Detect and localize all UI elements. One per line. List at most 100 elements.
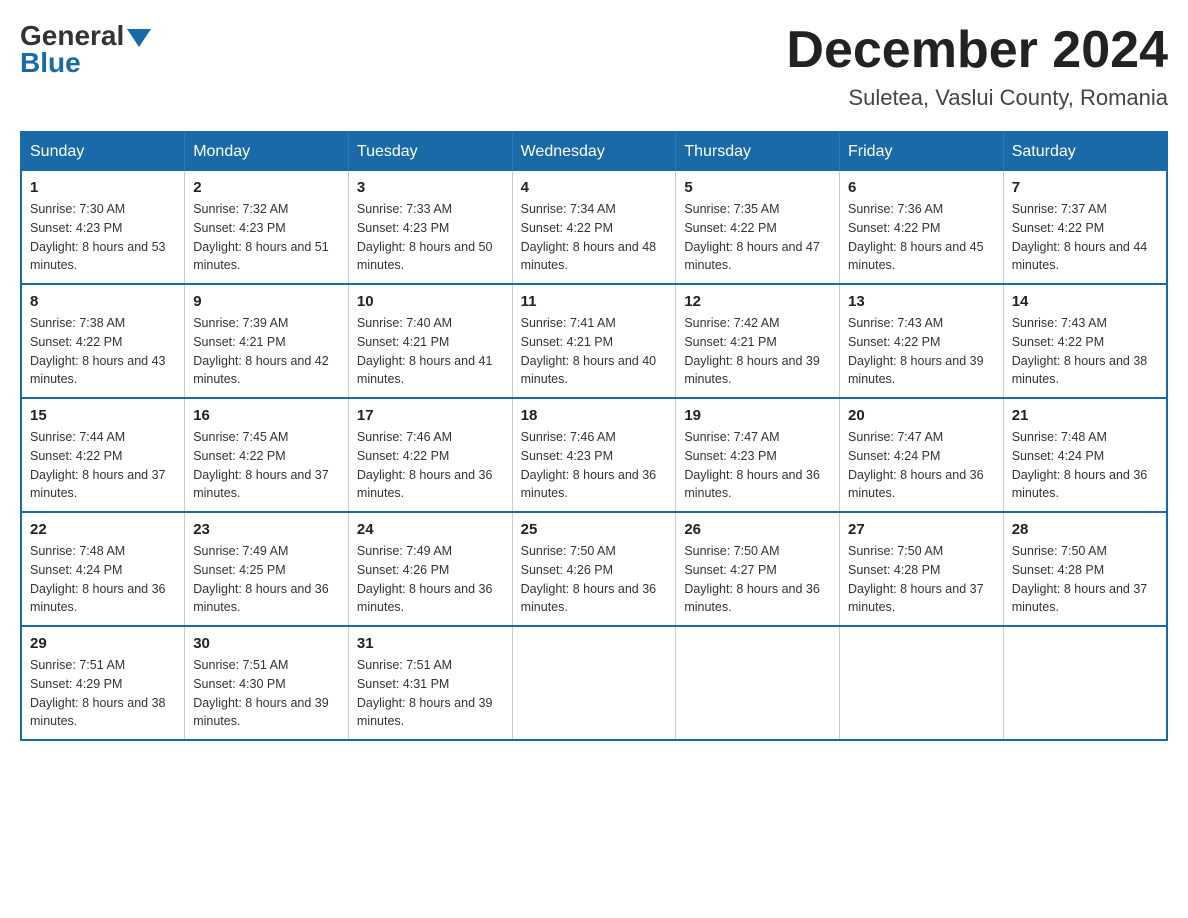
day-number: 2 xyxy=(193,179,340,196)
day-number: 9 xyxy=(193,293,340,310)
day-number: 25 xyxy=(521,521,668,538)
calendar-cell: 7 Sunrise: 7:37 AMSunset: 4:22 PMDaylight… xyxy=(1003,171,1167,284)
header-friday: Friday xyxy=(840,132,1004,171)
week-row-5: 29 Sunrise: 7:51 AMSunset: 4:29 PMDayligh… xyxy=(21,626,1167,740)
day-number: 15 xyxy=(30,407,176,424)
day-number: 18 xyxy=(521,407,668,424)
page-header: General Blue December 2024 Suletea, Vasl… xyxy=(20,20,1168,111)
day-number: 10 xyxy=(357,293,504,310)
day-info: Sunrise: 7:49 AMSunset: 4:26 PMDaylight:… xyxy=(357,542,504,617)
day-info: Sunrise: 7:42 AMSunset: 4:21 PMDaylight:… xyxy=(684,314,831,389)
calendar-cell: 6 Sunrise: 7:36 AMSunset: 4:22 PMDaylight… xyxy=(840,171,1004,284)
header-sunday: Sunday xyxy=(21,132,185,171)
day-info: Sunrise: 7:35 AMSunset: 4:22 PMDaylight:… xyxy=(684,200,831,275)
day-info: Sunrise: 7:32 AMSunset: 4:23 PMDaylight:… xyxy=(193,200,340,275)
logo-arrow xyxy=(127,29,151,47)
day-number: 27 xyxy=(848,521,995,538)
calendar-cell: 22 Sunrise: 7:48 AMSunset: 4:24 PMDayligh… xyxy=(21,512,185,626)
day-number: 29 xyxy=(30,635,176,652)
location: Suletea, Vaslui County, Romania xyxy=(786,85,1168,111)
day-number: 11 xyxy=(521,293,668,310)
calendar-table: SundayMondayTuesdayWednesdayThursdayFrid… xyxy=(20,131,1168,741)
day-info: Sunrise: 7:36 AMSunset: 4:22 PMDaylight:… xyxy=(848,200,995,275)
week-row-3: 15 Sunrise: 7:44 AMSunset: 4:22 PMDayligh… xyxy=(21,398,1167,512)
calendar-cell: 29 Sunrise: 7:51 AMSunset: 4:29 PMDayligh… xyxy=(21,626,185,740)
calendar-cell: 28 Sunrise: 7:50 AMSunset: 4:28 PMDayligh… xyxy=(1003,512,1167,626)
calendar-cell: 18 Sunrise: 7:46 AMSunset: 4:23 PMDayligh… xyxy=(512,398,676,512)
month-title: December 2024 xyxy=(786,20,1168,80)
day-info: Sunrise: 7:50 AMSunset: 4:26 PMDaylight:… xyxy=(521,542,668,617)
day-info: Sunrise: 7:48 AMSunset: 4:24 PMDaylight:… xyxy=(30,542,176,617)
day-number: 3 xyxy=(357,179,504,196)
week-row-4: 22 Sunrise: 7:48 AMSunset: 4:24 PMDayligh… xyxy=(21,512,1167,626)
day-number: 23 xyxy=(193,521,340,538)
day-info: Sunrise: 7:37 AMSunset: 4:22 PMDaylight:… xyxy=(1012,200,1158,275)
header-thursday: Thursday xyxy=(676,132,840,171)
day-number: 14 xyxy=(1012,293,1158,310)
calendar-cell: 24Sunrise: 7:49 AMSunset: 4:26 PMDayligh… xyxy=(348,512,512,626)
calendar-cell: 2 Sunrise: 7:32 AMSunset: 4:23 PMDaylight… xyxy=(185,171,349,284)
day-info: Sunrise: 7:43 AMSunset: 4:22 PMDaylight:… xyxy=(1012,314,1158,389)
day-number: 7 xyxy=(1012,179,1158,196)
calendar-cell xyxy=(676,626,840,740)
day-info: Sunrise: 7:49 AMSunset: 4:25 PMDaylight:… xyxy=(193,542,340,617)
day-info: Sunrise: 7:30 AMSunset: 4:23 PMDaylight:… xyxy=(30,200,176,275)
calendar-cell: 16 Sunrise: 7:45 AMSunset: 4:22 PMDayligh… xyxy=(185,398,349,512)
day-number: 19 xyxy=(684,407,831,424)
day-number: 26 xyxy=(684,521,831,538)
calendar-cell: 5 Sunrise: 7:35 AMSunset: 4:22 PMDaylight… xyxy=(676,171,840,284)
day-info: Sunrise: 7:41 AMSunset: 4:21 PMDaylight:… xyxy=(521,314,668,389)
week-row-2: 8 Sunrise: 7:38 AMSunset: 4:22 PMDaylight… xyxy=(21,284,1167,398)
calendar-cell: 8 Sunrise: 7:38 AMSunset: 4:22 PMDaylight… xyxy=(21,284,185,398)
header-wednesday: Wednesday xyxy=(512,132,676,171)
calendar-cell xyxy=(512,626,676,740)
calendar-cell xyxy=(840,626,1004,740)
day-number: 31 xyxy=(357,635,504,652)
logo-blue: Blue xyxy=(20,47,81,79)
day-info: Sunrise: 7:46 AMSunset: 4:22 PMDaylight:… xyxy=(357,428,504,503)
calendar-cell: 27 Sunrise: 7:50 AMSunset: 4:28 PMDayligh… xyxy=(840,512,1004,626)
calendar-cell: 11 Sunrise: 7:41 AMSunset: 4:21 PMDayligh… xyxy=(512,284,676,398)
day-number: 30 xyxy=(193,635,340,652)
day-info: Sunrise: 7:47 AMSunset: 4:23 PMDaylight:… xyxy=(684,428,831,503)
week-row-1: 1 Sunrise: 7:30 AMSunset: 4:23 PMDaylight… xyxy=(21,171,1167,284)
calendar-cell: 26Sunrise: 7:50 AMSunset: 4:27 PMDayligh… xyxy=(676,512,840,626)
day-info: Sunrise: 7:44 AMSunset: 4:22 PMDaylight:… xyxy=(30,428,176,503)
day-info: Sunrise: 7:39 AMSunset: 4:21 PMDaylight:… xyxy=(193,314,340,389)
day-number: 5 xyxy=(684,179,831,196)
calendar-cell: 15 Sunrise: 7:44 AMSunset: 4:22 PMDayligh… xyxy=(21,398,185,512)
day-info: Sunrise: 7:34 AMSunset: 4:22 PMDaylight:… xyxy=(521,200,668,275)
day-number: 6 xyxy=(848,179,995,196)
day-number: 4 xyxy=(521,179,668,196)
day-info: Sunrise: 7:45 AMSunset: 4:22 PMDaylight:… xyxy=(193,428,340,503)
day-info: Sunrise: 7:51 AMSunset: 4:31 PMDaylight:… xyxy=(357,656,504,731)
day-number: 12 xyxy=(684,293,831,310)
day-info: Sunrise: 7:46 AMSunset: 4:23 PMDaylight:… xyxy=(521,428,668,503)
day-number: 17 xyxy=(357,407,504,424)
day-number: 8 xyxy=(30,293,176,310)
day-info: Sunrise: 7:38 AMSunset: 4:22 PMDaylight:… xyxy=(30,314,176,389)
day-info: Sunrise: 7:51 AMSunset: 4:29 PMDaylight:… xyxy=(30,656,176,731)
calendar-header-row: SundayMondayTuesdayWednesdayThursdayFrid… xyxy=(21,132,1167,171)
calendar-cell: 4 Sunrise: 7:34 AMSunset: 4:22 PMDaylight… xyxy=(512,171,676,284)
calendar-cell: 21Sunrise: 7:48 AMSunset: 4:24 PMDayligh… xyxy=(1003,398,1167,512)
day-number: 22 xyxy=(30,521,176,538)
day-number: 28 xyxy=(1012,521,1158,538)
day-number: 13 xyxy=(848,293,995,310)
day-info: Sunrise: 7:50 AMSunset: 4:28 PMDaylight:… xyxy=(1012,542,1158,617)
day-number: 20 xyxy=(848,407,995,424)
calendar-cell: 20Sunrise: 7:47 AMSunset: 4:24 PMDayligh… xyxy=(840,398,1004,512)
calendar-cell: 17 Sunrise: 7:46 AMSunset: 4:22 PMDayligh… xyxy=(348,398,512,512)
calendar-cell: 10 Sunrise: 7:40 AMSunset: 4:21 PMDayligh… xyxy=(348,284,512,398)
day-info: Sunrise: 7:50 AMSunset: 4:28 PMDaylight:… xyxy=(848,542,995,617)
title-section: December 2024 Suletea, Vaslui County, Ro… xyxy=(786,20,1168,111)
day-number: 16 xyxy=(193,407,340,424)
calendar-cell: 25 Sunrise: 7:50 AMSunset: 4:26 PMDayligh… xyxy=(512,512,676,626)
day-number: 1 xyxy=(30,179,176,196)
calendar-cell xyxy=(1003,626,1167,740)
header-saturday: Saturday xyxy=(1003,132,1167,171)
calendar-cell: 14 Sunrise: 7:43 AMSunset: 4:22 PMDayligh… xyxy=(1003,284,1167,398)
calendar-cell: 12 Sunrise: 7:42 AMSunset: 4:21 PMDayligh… xyxy=(676,284,840,398)
calendar-cell: 19 Sunrise: 7:47 AMSunset: 4:23 PMDayligh… xyxy=(676,398,840,512)
day-info: Sunrise: 7:40 AMSunset: 4:21 PMDaylight:… xyxy=(357,314,504,389)
